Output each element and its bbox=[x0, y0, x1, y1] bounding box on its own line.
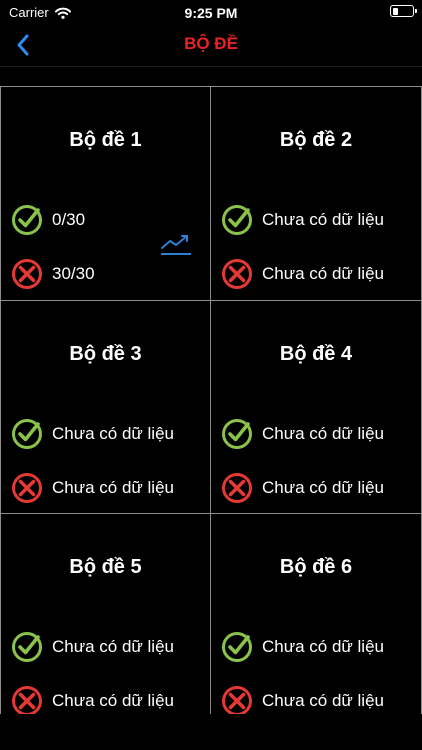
exam-set-title: Bộ đề 6 bbox=[279, 556, 353, 578]
wrong-stat: Chưa có dữ liệu bbox=[11, 472, 174, 504]
correct-stat: 0/30 bbox=[11, 204, 85, 236]
exam-set-card[interactable]: Bộ đề 4 Chưa có dữ liệu Chưa có dữ liệu bbox=[211, 300, 422, 514]
wrong-value: 30/30 bbox=[52, 264, 95, 283]
wrong-stat: Chưa có dữ liệu bbox=[11, 685, 174, 715]
exam-set-title: Bộ đề 4 bbox=[279, 342, 353, 365]
check-circle-icon bbox=[12, 418, 42, 449]
exam-set-title: Bộ đề 1 bbox=[69, 129, 142, 151]
x-circle-icon bbox=[222, 686, 252, 715]
exam-set-title: Bộ đề 5 bbox=[69, 556, 142, 578]
clock: 9:25 PM bbox=[184, 5, 238, 21]
correct-stat: Chưa có dữ liệu bbox=[221, 418, 384, 450]
wrong-value: Chưa có dữ liệu bbox=[52, 691, 174, 710]
check-circle-icon bbox=[222, 632, 252, 662]
x-circle-icon bbox=[12, 686, 42, 715]
correct-value: 0/30 bbox=[52, 210, 86, 229]
check-circle-icon bbox=[12, 632, 42, 662]
correct-value: Chưa có dữ liệu bbox=[52, 637, 174, 656]
x-circle-icon bbox=[12, 472, 42, 503]
check-circle-icon bbox=[12, 205, 42, 235]
exam-set-card[interactable]: Bộ đề 5 Chưa có dữ liệu Chưa có dữ liệu bbox=[0, 514, 211, 715]
battery-icon bbox=[390, 5, 417, 17]
wrong-value: Chưa có dữ liệu bbox=[52, 477, 174, 497]
correct-value: Chưa có dữ liệu bbox=[262, 423, 384, 443]
wrong-stat: Chưa có dữ liệu bbox=[221, 472, 384, 504]
x-circle-icon bbox=[222, 472, 252, 503]
correct-stat: Chưa có dữ liệu bbox=[221, 204, 384, 236]
exam-set-grid: Bộ đề 1 0/30 30/30 Bộ đề 2 Chưa có dữ li… bbox=[0, 86, 422, 715]
wrong-value: Chưa có dữ liệu bbox=[262, 264, 384, 283]
exam-set-card[interactable]: Bộ đề 6 Chưa có dữ liệu Chưa có dữ liệu bbox=[211, 514, 422, 715]
trend-chart-icon[interactable] bbox=[159, 234, 193, 256]
check-circle-icon bbox=[222, 418, 252, 449]
wrong-stat: 30/30 bbox=[11, 258, 95, 290]
navigation-bar: BỘ ĐỀ bbox=[0, 24, 422, 67]
exam-set-title: Bộ đề 2 bbox=[279, 129, 353, 151]
exam-set-card[interactable]: Bộ đề 3 Chưa có dữ liệu Chưa có dữ liệu bbox=[0, 300, 211, 514]
bottom-area bbox=[0, 714, 422, 750]
exam-set-card[interactable]: Bộ đề 2 Chưa có dữ liệu Chưa có dữ liệu bbox=[211, 87, 422, 301]
correct-value: Chưa có dữ liệu bbox=[262, 637, 384, 656]
x-circle-icon bbox=[12, 259, 42, 289]
x-circle-icon bbox=[222, 259, 252, 289]
status-bar: Carrier 9:25 PM bbox=[0, 0, 422, 24]
correct-stat: Chưa có dữ liệu bbox=[221, 631, 384, 663]
wrong-value: Chưa có dữ liệu bbox=[262, 691, 384, 710]
exam-set-card[interactable]: Bộ đề 1 0/30 30/30 bbox=[0, 87, 211, 301]
wrong-value: Chưa có dữ liệu bbox=[262, 477, 384, 497]
correct-value: Chưa có dữ liệu bbox=[52, 423, 174, 443]
correct-stat: Chưa có dữ liệu bbox=[11, 631, 174, 663]
page-title: BỘ ĐỀ bbox=[184, 34, 238, 53]
wrong-stat: Chưa có dữ liệu bbox=[221, 685, 384, 715]
correct-value: Chưa có dữ liệu bbox=[262, 210, 384, 229]
wrong-stat: Chưa có dữ liệu bbox=[221, 258, 384, 290]
check-circle-icon bbox=[222, 205, 252, 235]
correct-stat: Chưa có dữ liệu bbox=[11, 418, 174, 450]
exam-set-title: Bộ đề 3 bbox=[69, 342, 142, 365]
